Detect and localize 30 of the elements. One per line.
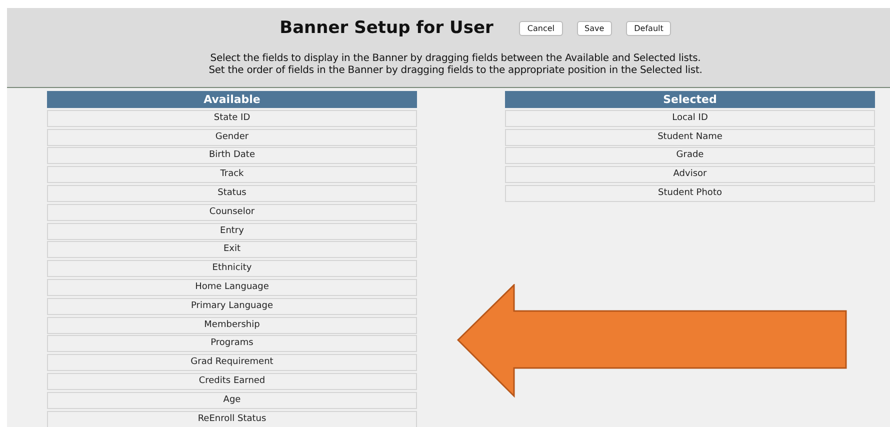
list-item[interactable]: Status bbox=[47, 184, 417, 202]
list-item[interactable]: Home Language bbox=[47, 278, 417, 296]
list-item[interactable]: Gender bbox=[47, 128, 417, 146]
list-item[interactable]: Membership bbox=[47, 316, 417, 334]
header-button[interactable]: Cancel bbox=[519, 20, 562, 36]
header-button[interactable]: Default bbox=[626, 20, 672, 36]
list-item[interactable]: Grade bbox=[505, 147, 875, 164]
list-item[interactable]: Entry bbox=[47, 222, 417, 240]
instruction-text: Select the fields to display in the Banner by dragging fields between the Available and Selected lists. bbox=[210, 53, 701, 65]
list-item[interactable]: State ID bbox=[47, 110, 417, 127]
header-button[interactable]: Save bbox=[576, 20, 612, 36]
instruction-text: Set the order of fields in the Banner by dragging fields to the appropriate position in the Selected list. bbox=[208, 65, 702, 77]
list-item[interactable]: Counselor bbox=[47, 204, 417, 221]
page-title: Banner Setup for User bbox=[280, 18, 494, 38]
list-header: Selected bbox=[505, 91, 875, 108]
list-item[interactable]: Grad Requirement bbox=[47, 354, 417, 372]
list-header: Available bbox=[47, 91, 417, 108]
list-item[interactable]: ReEnroll Status bbox=[47, 410, 417, 427]
list-item[interactable]: Programs bbox=[47, 335, 417, 352]
list-item[interactable]: Ethnicity bbox=[47, 260, 417, 278]
list-item[interactable]: Birth Date bbox=[47, 147, 417, 164]
list-item[interactable]: Credits Earned bbox=[47, 372, 417, 390]
list-item[interactable]: Age bbox=[47, 392, 417, 409]
list-item[interactable]: Advisor bbox=[505, 166, 875, 184]
list-item[interactable]: Local ID bbox=[505, 110, 875, 127]
list-item[interactable]: Student Photo bbox=[505, 184, 875, 202]
list-item[interactable]: Track bbox=[47, 166, 417, 184]
list-item[interactable]: Primary Language bbox=[47, 298, 417, 315]
list-item[interactable]: Student Name bbox=[505, 128, 875, 146]
list-item[interactable]: Exit bbox=[47, 241, 417, 258]
